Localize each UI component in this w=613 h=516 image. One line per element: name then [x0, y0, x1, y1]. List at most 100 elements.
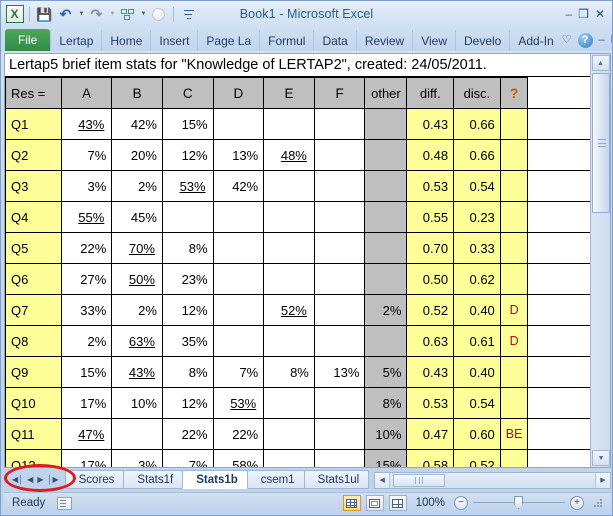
cell-item-id[interactable]: Q5: [6, 233, 62, 264]
cell-option-f[interactable]: [314, 419, 365, 450]
cell-option-c[interactable]: [162, 202, 213, 233]
cell-flag[interactable]: [500, 388, 528, 419]
cell-discrimination[interactable]: 0.40: [454, 357, 501, 388]
ribbon-tab-lertap[interactable]: Lertap: [50, 30, 101, 51]
ribbon-tab-home[interactable]: Home: [101, 30, 150, 51]
cell-option-d[interactable]: [213, 326, 264, 357]
cell-difficulty[interactable]: 0.52: [407, 295, 454, 326]
cell-option-b[interactable]: 43%: [112, 357, 163, 388]
cell-other[interactable]: 8%: [365, 388, 407, 419]
sheet-tab-stats1f[interactable]: Stats1f: [123, 470, 183, 489]
cell-flag[interactable]: [500, 233, 528, 264]
worksheet-canvas[interactable]: Lertap5 brief item stats for "Knowledge …: [5, 54, 591, 467]
cell-option-d[interactable]: [213, 202, 264, 233]
cell-option-b[interactable]: 10%: [112, 388, 163, 419]
cell-flag[interactable]: [500, 202, 528, 233]
excel-app-icon[interactable]: X: [5, 5, 24, 24]
cell-item-id[interactable]: Q10: [6, 388, 62, 419]
cell-option-f[interactable]: [314, 264, 365, 295]
cell-option-c[interactable]: 53%: [162, 171, 213, 202]
undo-dropdown-icon[interactable]: ▼: [77, 5, 85, 24]
table-row[interactable]: Q455%45%0.550.23: [6, 202, 591, 233]
cell-option-d[interactable]: 42%: [213, 171, 264, 202]
cell-discrimination[interactable]: 0.66: [454, 140, 501, 171]
help-icon[interactable]: ?: [578, 33, 593, 48]
cell-difficulty[interactable]: 0.55: [407, 202, 454, 233]
table-row[interactable]: Q627%50%23%0.500.62: [6, 264, 591, 295]
prev-sheet-icon[interactable]: ◀: [27, 476, 33, 484]
cell-flag[interactable]: [500, 171, 528, 202]
cell-option-f[interactable]: [314, 295, 365, 326]
cell-other[interactable]: 10%: [365, 419, 407, 450]
cell-option-e[interactable]: 8%: [264, 357, 315, 388]
zoom-level-label[interactable]: 100%: [416, 497, 445, 509]
redo-dropdown-icon[interactable]: ▼: [108, 5, 116, 24]
ribbon-tab-add-ins[interactable]: Add-In: [509, 30, 561, 51]
cell-option-a[interactable]: 2%: [61, 326, 112, 357]
cell-item-id[interactable]: Q4: [6, 202, 62, 233]
normal-view-button[interactable]: [343, 495, 361, 511]
cell-option-a[interactable]: 17%: [61, 450, 112, 468]
cell-difficulty[interactable]: 0.53: [407, 171, 454, 202]
cell-flag[interactable]: D: [500, 295, 528, 326]
next-sheet-icon[interactable]: ▶: [37, 476, 43, 484]
cell-option-f[interactable]: [314, 450, 365, 468]
cell-flag[interactable]: [500, 357, 528, 388]
cell-discrimination[interactable]: 0.66: [454, 109, 501, 140]
cell-flag[interactable]: [500, 264, 528, 295]
cell-discrimination[interactable]: 0.33: [454, 233, 501, 264]
cell-discrimination[interactable]: 0.54: [454, 171, 501, 202]
heart-icon[interactable]: ♡: [562, 35, 572, 46]
cell-option-c[interactable]: 12%: [162, 388, 213, 419]
sheet-tab-scores[interactable]: Scores: [65, 470, 125, 489]
cell-option-b[interactable]: [112, 419, 163, 450]
save-icon[interactable]: 💾: [35, 5, 54, 24]
cell-option-d[interactable]: [213, 109, 264, 140]
cell-option-e[interactable]: [264, 171, 315, 202]
cell-option-e[interactable]: [264, 233, 315, 264]
cell-option-e[interactable]: [264, 450, 315, 468]
cell-option-b[interactable]: 20%: [112, 140, 163, 171]
cell-option-d[interactable]: 53%: [213, 388, 264, 419]
cell-other[interactable]: [365, 109, 407, 140]
group-shapes-icon[interactable]: [118, 5, 137, 24]
page-break-preview-button[interactable]: [389, 495, 407, 511]
cell-option-e[interactable]: [264, 388, 315, 419]
ribbon-tab-view[interactable]: View: [412, 30, 455, 51]
cell-option-d[interactable]: 58%: [213, 450, 264, 468]
cell-difficulty[interactable]: 0.63: [407, 326, 454, 357]
cell-item-id[interactable]: Q1: [6, 109, 62, 140]
cell-option-b[interactable]: 70%: [112, 233, 163, 264]
cell-option-c[interactable]: 22%: [162, 419, 213, 450]
cell-option-a[interactable]: 55%: [61, 202, 112, 233]
cell-option-c[interactable]: 35%: [162, 326, 213, 357]
cell-difficulty[interactable]: 0.43: [407, 109, 454, 140]
cell-other[interactable]: 15%: [365, 450, 407, 468]
cell-option-e[interactable]: [264, 109, 315, 140]
hscroll-left-button[interactable]: ◀: [375, 473, 390, 488]
cell-option-e[interactable]: [264, 202, 315, 233]
cell-option-a[interactable]: 22%: [61, 233, 112, 264]
ribbon-tab-page-layout[interactable]: Page La: [197, 30, 259, 51]
cell-option-a[interactable]: 17%: [61, 388, 112, 419]
vertical-scroll-thumb[interactable]: [592, 73, 610, 213]
table-row[interactable]: Q27%20%12%13%48%0.480.66: [6, 140, 591, 171]
customize-quick-access-icon[interactable]: [179, 5, 198, 24]
cell-discrimination[interactable]: 0.40: [454, 295, 501, 326]
cell-item-id[interactable]: Q6: [6, 264, 62, 295]
restore-icon[interactable]: ❐: [578, 8, 589, 20]
scroll-up-button[interactable]: ▲: [592, 55, 610, 71]
cell-option-f[interactable]: [314, 109, 365, 140]
cell-option-e[interactable]: 52%: [264, 295, 315, 326]
horizontal-scrollbar[interactable]: ◀ ▶: [374, 472, 611, 489]
cell-option-f[interactable]: [314, 233, 365, 264]
cell-option-a[interactable]: 43%: [61, 109, 112, 140]
cell-option-b[interactable]: 42%: [112, 109, 163, 140]
ribbon-tab-review[interactable]: Review: [356, 30, 412, 51]
undo-icon[interactable]: ↶: [56, 5, 75, 24]
cell-option-d[interactable]: 22%: [213, 419, 264, 450]
cell-item-id[interactable]: Q11: [6, 419, 62, 450]
last-sheet-icon[interactable]: │▶: [47, 476, 58, 484]
cell-other[interactable]: [365, 171, 407, 202]
cell-other[interactable]: [365, 140, 407, 171]
